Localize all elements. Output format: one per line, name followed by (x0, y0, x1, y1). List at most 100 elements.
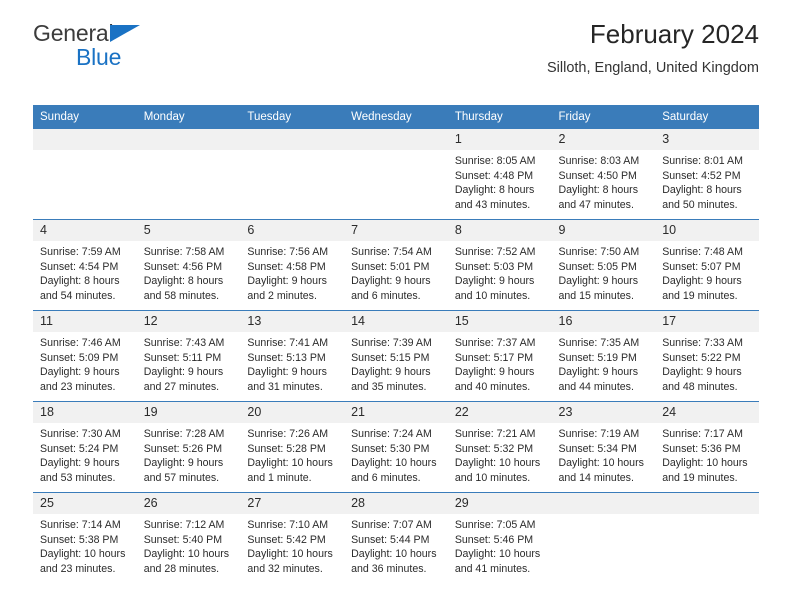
calendar-day-cell[interactable]: 8 Sunrise: 7:52 AM Sunset: 5:03 PM Daylight… (447, 219, 552, 311)
calendar-day-cell[interactable]: 1 Sunrise: 8:05 AM Sunset: 4:48 PM Daylight… (447, 128, 552, 220)
day-number: 15 (447, 311, 552, 332)
calendar-day-cell[interactable]: 17 Sunrise: 7:33 AM Sunset: 5:22 PM Dayligh… (655, 310, 759, 402)
day-details (33, 150, 137, 154)
column-header-wednesday: Wednesday (344, 105, 448, 129)
calendar-day-cell-empty (240, 128, 345, 220)
day-details: Sunrise: 7:19 AM Sunset: 5:34 PM Daylight:… (552, 423, 656, 485)
sunrise-text: Sunrise: 7:07 AM (351, 519, 432, 531)
calendar-day-cell[interactable]: 5 Sunrise: 7:58 AM Sunset: 4:56 PM Daylight… (136, 219, 241, 311)
column-header-saturday: Saturday (655, 105, 759, 129)
calendar-day-cell[interactable]: 2 Sunrise: 8:03 AM Sunset: 4:50 PM Daylight… (551, 128, 656, 220)
daylight-text: Daylight: 9 hours (351, 275, 431, 288)
sunrise-text: Sunrise: 7:05 AM (454, 519, 536, 531)
day-number: 6 (240, 220, 345, 241)
calendar-week-row: 4 Sunrise: 7:59 AM Sunset: 4:54 PM Daylight… (33, 219, 759, 311)
daylight-text: and 2 minutes. (247, 289, 317, 302)
daylight-text: and 23 minutes. (40, 562, 116, 575)
day-details: Sunrise: 7:24 AM Sunset: 5:30 PM Daylight:… (344, 423, 448, 485)
calendar-day-cell[interactable]: 11 Sunrise: 7:46 AM Sunset: 5:09 PM Dayligh… (33, 310, 137, 402)
calendar-day-cell[interactable]: 27 Sunrise: 7:10 AM Sunset: 5:42 PM Dayligh… (240, 492, 345, 583)
day-number: 20 (240, 402, 345, 423)
day-number: 16 (551, 311, 656, 332)
calendar-day-cell[interactable]: 29 Sunrise: 7:05 AM Sunset: 5:46 PM Dayligh… (447, 492, 552, 583)
day-number: 9 (551, 220, 656, 241)
calendar-day-cell[interactable]: 18 Sunrise: 7:30 AM Sunset: 5:24 PM Dayligh… (33, 401, 137, 493)
day-number: 14 (344, 311, 448, 332)
calendar-day-cell[interactable]: 16 Sunrise: 7:35 AM Sunset: 5:19 PM Dayligh… (551, 310, 656, 402)
day-number: 29 (447, 493, 552, 514)
calendar-day-cell[interactable]: 6 Sunrise: 7:56 AM Sunset: 4:58 PM Daylight… (240, 219, 345, 311)
column-header-friday: Friday (551, 105, 656, 129)
sunset-text: Sunset: 5:44 PM (351, 533, 430, 546)
sunrise-text: Sunrise: 7:41 AM (247, 337, 329, 349)
calendar-day-cell[interactable]: 21 Sunrise: 7:24 AM Sunset: 5:30 PM Dayligh… (344, 401, 448, 493)
column-header-tuesday: Tuesday (240, 105, 345, 129)
title-block: February 2024 Silloth, England, United K… (547, 20, 759, 76)
day-number: 26 (136, 493, 241, 514)
daylight-text: Daylight: 10 hours (247, 457, 333, 470)
sunrise-text: Sunrise: 7:35 AM (558, 337, 640, 349)
sunrise-text: Sunrise: 7:33 AM (662, 337, 743, 349)
daylight-text: and 54 minutes. (40, 289, 116, 302)
day-details (552, 514, 656, 518)
sunset-text: Sunset: 5:36 PM (662, 442, 741, 455)
daylight-text: and 57 minutes. (143, 471, 220, 484)
page-title: February 2024 (589, 19, 759, 49)
calendar-page: General Blue February 2024 Silloth, Engl… (0, 0, 792, 612)
sunset-text: Sunset: 5:22 PM (662, 351, 741, 364)
sunset-text: Sunset: 5:28 PM (247, 442, 326, 455)
daylight-text: and 53 minutes. (40, 471, 116, 484)
sunset-text: Sunset: 5:24 PM (40, 442, 119, 455)
day-number (344, 129, 448, 150)
day-details: Sunrise: 7:28 AM Sunset: 5:26 PM Daylight:… (137, 423, 241, 485)
daylight-text: Daylight: 10 hours (662, 457, 748, 470)
column-header-monday: Monday (136, 105, 241, 129)
general-blue-logo[interactable]: General Blue (33, 22, 233, 78)
daylight-text: and 35 minutes. (351, 380, 427, 393)
sunset-text: Sunset: 4:58 PM (247, 260, 326, 273)
daylight-text: and 6 minutes. (351, 471, 421, 484)
calendar-day-cell[interactable]: 23 Sunrise: 7:19 AM Sunset: 5:34 PM Dayligh… (551, 401, 656, 493)
sunset-text: Sunset: 5:07 PM (662, 260, 741, 273)
sunrise-text: Sunrise: 7:43 AM (143, 337, 225, 349)
calendar-day-cell[interactable]: 26 Sunrise: 7:12 AM Sunset: 5:40 PM Dayligh… (136, 492, 241, 583)
day-number: 17 (655, 311, 759, 332)
day-number: 28 (344, 493, 448, 514)
calendar-day-cell[interactable]: 4 Sunrise: 7:59 AM Sunset: 4:54 PM Daylight… (33, 219, 137, 311)
calendar-day-cell[interactable]: 10 Sunrise: 7:48 AM Sunset: 5:07 PM Dayligh… (655, 219, 759, 311)
calendar-day-cell[interactable]: 14 Sunrise: 7:39 AM Sunset: 5:15 PM Dayligh… (344, 310, 448, 402)
sunset-text: Sunset: 5:19 PM (558, 351, 637, 364)
sunrise-text: Sunrise: 7:28 AM (143, 428, 225, 440)
daylight-text: and 41 minutes. (454, 562, 531, 575)
logo-word-general: General (33, 20, 114, 46)
day-number (136, 129, 241, 150)
column-header-thursday: Thursday (447, 105, 552, 129)
calendar-day-cell[interactable]: 19 Sunrise: 7:28 AM Sunset: 5:26 PM Dayligh… (136, 401, 241, 493)
sunrise-text: Sunrise: 7:52 AM (454, 246, 536, 258)
calendar-day-cell[interactable]: 13 Sunrise: 7:41 AM Sunset: 5:13 PM Dayligh… (240, 310, 345, 402)
daylight-text: Daylight: 9 hours (40, 366, 120, 379)
day-details: Sunrise: 7:21 AM Sunset: 5:32 PM Daylight:… (448, 423, 552, 485)
day-details (344, 150, 448, 154)
daylight-text: Daylight: 10 hours (558, 457, 644, 470)
daylight-text: and 19 minutes. (662, 471, 738, 484)
calendar-day-cell[interactable]: 24 Sunrise: 7:17 AM Sunset: 5:36 PM Dayligh… (655, 401, 759, 493)
calendar-day-cell[interactable]: 28 Sunrise: 7:07 AM Sunset: 5:44 PM Dayligh… (344, 492, 448, 583)
daylight-text: and 47 minutes. (558, 198, 634, 211)
calendar-day-cell[interactable]: 12 Sunrise: 7:43 AM Sunset: 5:11 PM Dayligh… (136, 310, 241, 402)
daylight-text: and 10 minutes. (454, 471, 531, 484)
calendar-day-cell-empty (551, 492, 656, 583)
calendar-day-cell[interactable]: 22 Sunrise: 7:21 AM Sunset: 5:32 PM Dayligh… (447, 401, 552, 493)
calendar-header-row: Sunday Monday Tuesday Wednesday Thursday Frid… (33, 105, 759, 129)
calendar-day-cell[interactable]: 3 Sunrise: 8:01 AM Sunset: 4:52 PM Daylight… (655, 128, 759, 220)
calendar-day-cell[interactable]: 25 Sunrise: 7:14 AM Sunset: 5:38 PM Dayligh… (33, 492, 137, 583)
day-details: Sunrise: 7:26 AM Sunset: 5:28 PM Daylight:… (240, 423, 344, 485)
calendar-day-cell[interactable]: 7 Sunrise: 7:54 AM Sunset: 5:01 PM Daylight… (344, 219, 448, 311)
daylight-text: Daylight: 9 hours (143, 457, 224, 470)
logo-top-row: General (33, 22, 233, 47)
calendar-day-cell[interactable]: 20 Sunrise: 7:26 AM Sunset: 5:28 PM Dayligh… (240, 401, 345, 493)
sunrise-text: Sunrise: 7:17 AM (662, 428, 743, 440)
day-details: Sunrise: 7:07 AM Sunset: 5:44 PM Daylight:… (344, 514, 448, 576)
calendar-day-cell[interactable]: 15 Sunrise: 7:37 AM Sunset: 5:17 PM Dayligh… (447, 310, 552, 402)
calendar-day-cell[interactable]: 9 Sunrise: 7:50 AM Sunset: 5:05 PM Daylight… (551, 219, 656, 311)
